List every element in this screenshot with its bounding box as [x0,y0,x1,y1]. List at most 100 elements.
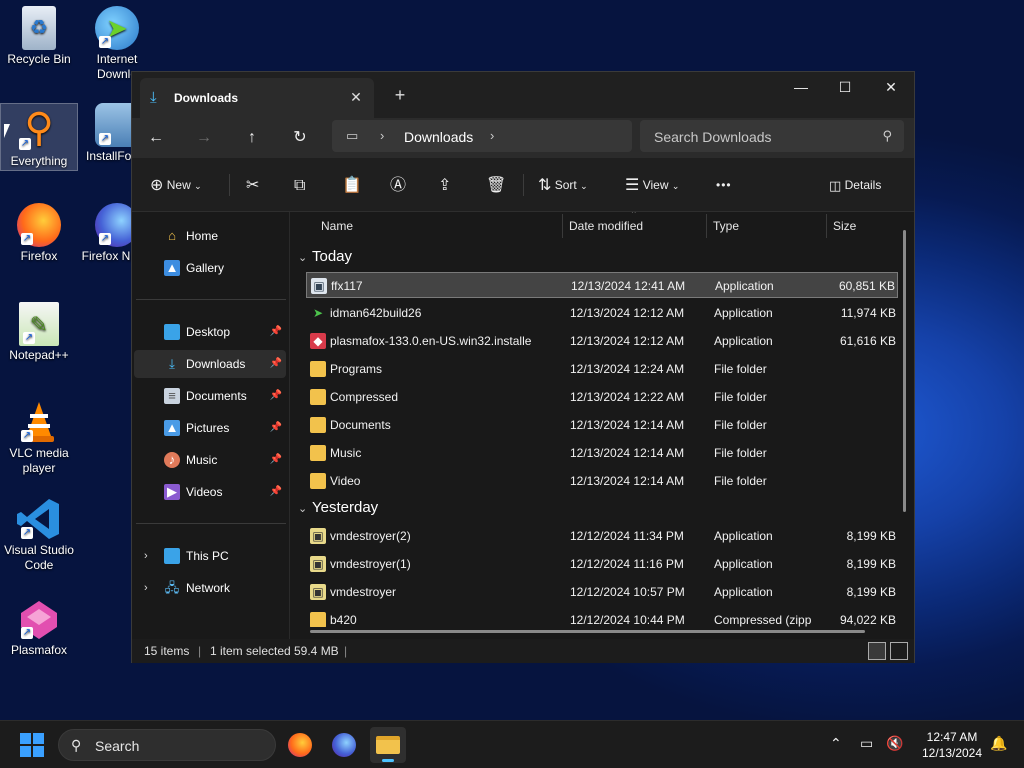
vertical-scrollbar[interactable] [903,230,906,512]
table-row[interactable]: Compressed 12/13/2024 12:22 AM File fold… [306,384,898,410]
back-arrow-icon[interactable]: ← [142,124,170,152]
pin-icon[interactable]: 📌 [270,350,282,378]
sidebar-item-this-pc[interactable]: › This PC [134,542,286,570]
notification-bell-icon[interactable]: 🔔 [990,735,1007,752]
more-options-button[interactable]: ••• [716,172,732,198]
column-header-size[interactable]: Size [833,212,856,240]
taskbar-search[interactable]: ⚲ Search [58,729,276,761]
taskbar-firefox[interactable] [282,727,318,763]
file-name: plasmafox-133.0.en-US.win32.installe [330,334,532,348]
group-header-today[interactable]: ⌄ Today [298,248,352,265]
desktop-icon-notepadpp[interactable]: ✎ ↗ Notepad++ [0,302,78,363]
horizontal-scrollbar[interactable] [310,630,865,633]
clock-date: 12/13/2024 [921,746,983,760]
sidebar-item-documents[interactable]: ≡ Documents 📌 [134,382,286,410]
new-tab-button[interactable]: + [390,85,410,105]
table-row[interactable]: ▣ vmdestroyer 12/12/2024 10:57 PM Applic… [306,579,898,605]
refresh-icon[interactable]: ↻ [286,124,314,152]
minimize-button[interactable]: — [778,72,824,102]
file-type: Application [715,279,774,293]
copy-icon[interactable]: ⧉ [294,172,305,198]
new-button[interactable]: ⊕ New ⌄ [150,172,202,198]
chevron-right-icon[interactable]: › [144,574,148,602]
table-row[interactable]: Documents 12/13/2024 12:14 AM File folde… [306,412,898,438]
table-row[interactable]: Programs 12/13/2024 12:24 AM File folder [306,356,898,382]
pin-icon[interactable]: 📌 [270,318,282,346]
navigation-pane: ⌂ Home ▲ Gallery Desktop 📌 ⤓ Downloads 📌… [132,212,289,639]
up-arrow-icon[interactable]: ↑ [238,124,266,152]
desktop: ♻ Recycle Bin ➤ ↗ Internet Downlo ⚲ ↗ Ever… [0,0,152,720]
network-monitor-icon[interactable]: ▭ [860,735,873,752]
table-row[interactable]: Music 12/13/2024 12:14 AM File folder [306,440,898,466]
group-header-yesterday[interactable]: ⌄ Yesterday [298,499,378,516]
details-view-button[interactable] [868,642,886,660]
file-date: 12/12/2024 11:34 PM [570,529,684,543]
file-name: Music [330,446,362,460]
sidebar-item-downloads[interactable]: ⤓ Downloads 📌 [134,350,286,378]
computer-icon [164,548,180,564]
desktop-icon-recycle-bin[interactable]: ♻ Recycle Bin [0,6,78,67]
column-header-type[interactable]: Type [713,212,739,240]
breadcrumb-downloads[interactable]: Downloads [404,129,473,145]
column-divider[interactable] [706,214,707,238]
cut-icon[interactable]: ✂ [246,172,259,198]
sidebar-item-desktop[interactable]: Desktop 📌 [134,318,286,346]
delete-trash-icon[interactable]: 🗑 [486,172,506,198]
sidebar-item-home[interactable]: ⌂ Home [134,222,286,250]
paste-icon[interactable]: 📋 [342,172,362,198]
chevron-right-icon[interactable]: › [144,542,148,570]
table-row[interactable]: ▣ vmdestroyer(2) 12/12/2024 11:34 PM App… [306,523,898,549]
table-row[interactable]: Video 12/13/2024 12:14 AM File folder [306,468,898,494]
details-pane-button[interactable]: ◫ Details [829,172,881,198]
tab-label: Downloads [174,91,239,105]
tiles-view-button[interactable] [890,642,908,660]
table-row[interactable]: ◆ plasmafox-133.0.en-US.win32.installe 1… [306,328,898,354]
column-divider[interactable] [826,214,827,238]
sidebar-item-videos[interactable]: ▶ Videos 📌 [134,478,286,506]
desktop-icon-firefox[interactable]: ↗ Firefox [0,203,78,264]
table-row[interactable]: ▣ vmdestroyer(1) 12/12/2024 11:16 PM App… [306,551,898,577]
pin-icon[interactable]: 📌 [270,414,282,442]
search-box[interactable]: Search Downloads ⚲ [640,120,904,152]
mouse-cursor-icon [4,124,10,138]
maximize-button[interactable]: ☐ [822,72,868,102]
plus-circle-icon: ⊕ [150,176,164,194]
volume-muted-icon[interactable]: 🔇 [886,735,903,752]
chevron-right-icon[interactable]: › [490,128,494,143]
table-row[interactable]: b420 12/12/2024 10:44 PM Compressed (zip… [306,607,898,627]
sidebar-item-network[interactable]: › 🖧 Network [134,574,286,602]
windows-start-icon[interactable] [20,733,44,757]
sidebar-item-label: This PC [186,549,229,563]
pictures-icon: ▲ [164,420,180,436]
sidebar-item-gallery[interactable]: ▲ Gallery [134,254,286,282]
system-clock[interactable]: 12:47 AM 12/13/2024 [912,729,992,761]
address-bar[interactable]: ▭ › Downloads › [332,120,632,152]
pin-icon[interactable]: 📌 [270,478,282,506]
table-row[interactable]: ➤ idman642build26 12/13/2024 12:12 AM Ap… [306,300,898,326]
table-row[interactable]: ▣ ffx117 12/13/2024 12:41 AM Application… [306,272,898,298]
taskbar-file-explorer[interactable] [370,727,406,763]
desktop-icon-label: VLC media player [9,446,69,475]
desktop-icon-everything[interactable]: ⚲ ↗ Everything [0,103,78,171]
share-icon[interactable]: ⇪ [438,172,451,198]
desktop-icon-plasmafox[interactable]: ↗ Plasmafox [0,597,78,658]
sidebar-item-pictures[interactable]: ▲ Pictures 📌 [134,414,286,442]
forward-arrow-icon[interactable]: → [190,124,218,152]
chevron-up-icon[interactable]: ⌃ [830,735,842,752]
pin-icon[interactable]: 📌 [270,446,282,474]
close-button[interactable]: ✕ [868,72,914,102]
desktop-icon-vlc[interactable]: ↗ VLC media player [0,400,78,476]
sort-button[interactable]: ⇅ Sort ⌄ [538,172,588,198]
zip-folder-icon [310,612,326,627]
tab-close-button[interactable]: ✕ [346,87,366,107]
pin-icon[interactable]: 📌 [270,382,282,410]
column-divider[interactable] [562,214,563,238]
desktop-icon-vscode[interactable]: ↗ Visual Studio Code [0,497,78,573]
rename-icon[interactable]: Ⓐ [390,172,406,198]
tab-downloads[interactable]: ⤓ Downloads ✕ [140,78,374,118]
column-header-name[interactable]: Name [321,212,353,240]
chevron-right-icon[interactable]: › [380,128,384,143]
sidebar-item-music[interactable]: ♪ Music 📌 [134,446,286,474]
taskbar-firefox-nightly[interactable] [326,727,362,763]
view-button[interactable]: ☰ View ⌄ [625,172,679,198]
